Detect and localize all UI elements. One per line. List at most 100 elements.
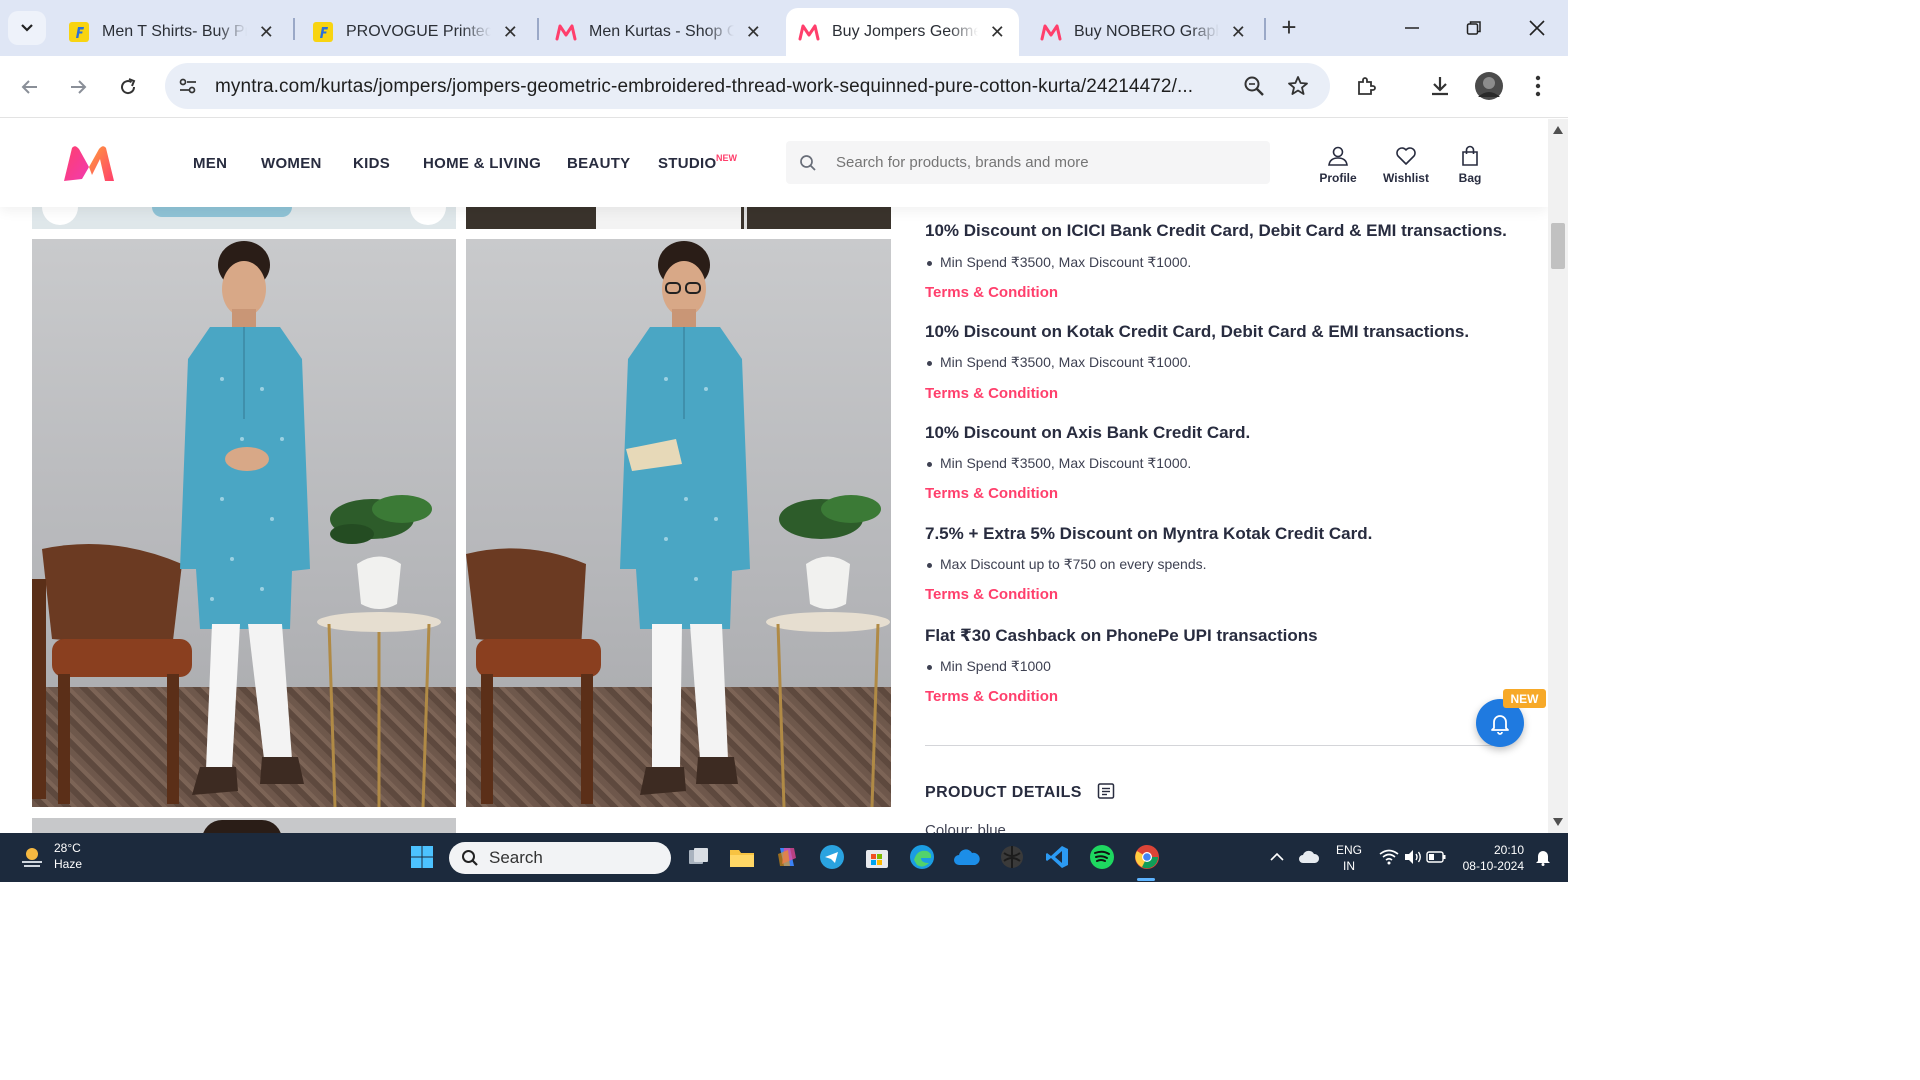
copilot-icon[interactable] xyxy=(772,842,802,872)
search-input[interactable] xyxy=(836,151,1256,173)
tab-provogue[interactable]: PROVOGUE Printed Men Round Neck ✕ xyxy=(300,8,532,56)
user-icon xyxy=(1328,146,1348,166)
language-code: ENG xyxy=(1336,843,1363,857)
terms-condition-link[interactable]: Terms & Condition xyxy=(925,385,1058,402)
back-button[interactable] xyxy=(14,71,46,103)
minimize-button[interactable] xyxy=(1398,14,1426,42)
offer-condition: Min Spend ₹3500, Max Discount ₹1000. xyxy=(927,455,1191,472)
nav-women[interactable]: WOMEN xyxy=(261,155,322,172)
windows-start-button[interactable] xyxy=(407,842,437,872)
product-image-side[interactable] xyxy=(466,239,891,807)
terms-condition-link[interactable]: Terms & Condition xyxy=(925,586,1058,603)
terms-condition-link[interactable]: Terms & Condition xyxy=(925,688,1058,705)
wishlist-label: Wishlist xyxy=(1383,171,1429,185)
close-tab-icon[interactable]: ✕ xyxy=(988,22,1007,43)
bag-label: Bag xyxy=(1458,171,1482,185)
product-colour: Colour: blue xyxy=(925,822,1006,833)
browser-menu-button[interactable] xyxy=(1522,70,1554,102)
edge-icon[interactable] xyxy=(907,842,937,872)
clock-time: 20:10 xyxy=(1493,843,1524,857)
spotify-icon[interactable] xyxy=(1087,842,1117,872)
product-search-box[interactable] xyxy=(786,141,1270,184)
web-page: MEN WOMEN KIDS HOME & LIVING BEAUTY STUD… xyxy=(0,119,1548,833)
scroll-down-icon[interactable] xyxy=(1553,818,1563,826)
nav-beauty[interactable]: BEAUTY xyxy=(567,155,630,172)
tab-men-kurtas[interactable]: Men Kurtas - Shop Online ✕ xyxy=(543,8,775,56)
profile-avatar[interactable] xyxy=(1473,70,1505,102)
site-settings-icon[interactable] xyxy=(177,75,199,102)
product-image-partial-1[interactable] xyxy=(32,207,456,229)
weather-haze-icon xyxy=(22,848,42,867)
more-vertical-icon xyxy=(1535,75,1541,97)
close-window-button[interactable] xyxy=(1523,14,1551,42)
document-icon xyxy=(1097,783,1114,799)
forward-button[interactable] xyxy=(62,71,94,103)
taskbar-search[interactable]: Search xyxy=(449,842,671,874)
battery-icon[interactable] xyxy=(1421,842,1451,872)
browser-tab-strip: Men T Shirts- Buy Products Online ✕ PROV… xyxy=(0,0,1568,56)
search-icon[interactable] xyxy=(786,141,830,184)
weather-temperature: 28°C xyxy=(54,841,81,855)
scrollbar-thumb[interactable] xyxy=(1551,223,1565,269)
page-scrollbar[interactable] xyxy=(1548,119,1568,833)
onedrive-icon[interactable] xyxy=(952,842,982,872)
telegram-icon[interactable] xyxy=(817,842,847,872)
product-details-heading: PRODUCT DETAILS xyxy=(925,782,1115,802)
cloud-icon[interactable] xyxy=(1294,842,1324,872)
offer-condition: Min Spend ₹3500, Max Discount ₹1000. xyxy=(927,354,1191,371)
nav-kids[interactable]: KIDS xyxy=(353,155,390,172)
notification-bell-icon[interactable] xyxy=(1528,842,1558,872)
downloads-button[interactable] xyxy=(1424,70,1456,102)
nav-studio[interactable]: STUDIO xyxy=(658,155,716,172)
restore-icon xyxy=(1466,21,1481,35)
close-icon xyxy=(1529,20,1545,36)
bag-link[interactable]: Bag xyxy=(1440,145,1500,185)
wishlist-link[interactable]: Wishlist xyxy=(1376,145,1436,185)
tab-nobero[interactable]: Buy NOBERO Graphic Printed ✕ xyxy=(1028,8,1260,56)
extensions-button[interactable] xyxy=(1351,70,1383,102)
product-image-front[interactable] xyxy=(32,239,456,807)
address-bar[interactable]: myntra.com/kurtas/jompers/jompers-geomet… xyxy=(165,63,1330,109)
chrome-icon[interactable] xyxy=(1132,842,1162,872)
tab-title: Buy NOBERO Graphic Printed xyxy=(1074,23,1219,40)
myntra-icon xyxy=(798,21,820,43)
profile-link[interactable]: Profile xyxy=(1308,145,1368,185)
flipkart-icon xyxy=(312,21,334,43)
new-tab-button[interactable]: + xyxy=(1276,14,1302,40)
chevron-down-icon xyxy=(21,24,33,32)
weather-widget[interactable]: 28°C Haze xyxy=(18,840,82,872)
nav-men[interactable]: MEN xyxy=(193,155,227,172)
close-tab-icon[interactable]: ✕ xyxy=(744,22,763,43)
reload-button[interactable] xyxy=(112,71,144,103)
restore-button[interactable] xyxy=(1460,14,1488,42)
myntra-icon xyxy=(555,21,577,43)
close-tab-icon[interactable]: ✕ xyxy=(257,22,276,43)
zoom-icon[interactable] xyxy=(1242,74,1266,103)
terms-condition-link[interactable]: Terms & Condition xyxy=(925,284,1058,301)
terms-condition-link[interactable]: Terms & Condition xyxy=(925,485,1058,502)
offer-condition: Min Spend ₹3500, Max Discount ₹1000. xyxy=(927,254,1191,271)
tab-jompers-active[interactable]: Buy Jompers Geometric Embroidered ✕ xyxy=(786,8,1019,56)
close-tab-icon[interactable]: ✕ xyxy=(1229,22,1248,43)
tab-search-button[interactable] xyxy=(8,11,46,45)
file-explorer-icon[interactable] xyxy=(727,842,757,872)
myntra-logo[interactable] xyxy=(62,145,116,188)
puzzle-icon xyxy=(1358,77,1376,95)
close-tab-icon[interactable]: ✕ xyxy=(501,22,520,43)
scroll-up-icon[interactable] xyxy=(1553,126,1563,134)
url-text[interactable]: myntra.com/kurtas/jompers/jompers-geomet… xyxy=(215,76,1193,98)
nav-home-living[interactable]: HOME & LIVING xyxy=(423,155,541,172)
offer-title: Flat ₹30 Cashback on PhonePe UPI transac… xyxy=(925,626,1318,645)
product-image-partial-3[interactable] xyxy=(32,818,456,833)
vscode-icon[interactable] xyxy=(1042,842,1072,872)
tab-title: Buy Jompers Geometric Embroidered xyxy=(832,23,978,40)
app-dark-globe-icon[interactable] xyxy=(997,842,1027,872)
tab-men-tshirts[interactable]: Men T Shirts- Buy Products Online ✕ xyxy=(56,8,288,56)
show-hidden-icons-chevron-up-icon[interactable] xyxy=(1262,842,1292,872)
language-indicator[interactable]: ENG IN xyxy=(1336,842,1362,874)
microsoft-store-icon[interactable] xyxy=(862,842,892,872)
system-clock[interactable]: 20:10 08-10-2024 xyxy=(1458,842,1524,874)
product-image-partial-2[interactable] xyxy=(466,207,891,229)
task-view-icon[interactable] xyxy=(684,842,714,872)
bookmark-star-icon[interactable] xyxy=(1286,74,1310,103)
